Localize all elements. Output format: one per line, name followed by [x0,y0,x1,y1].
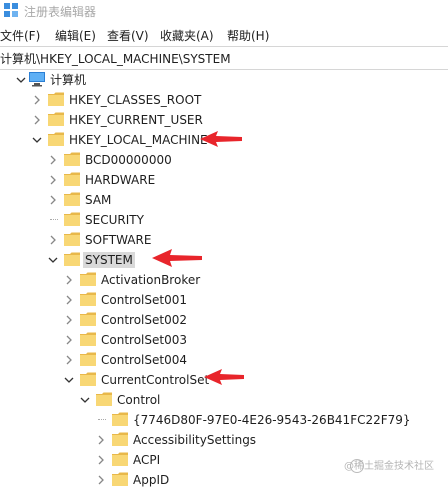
tree-connector [98,419,106,420]
tree-node-label: SAM [85,193,112,207]
annotation-arrow-hklm [200,131,242,147]
folder-icon [112,452,128,466]
folder-icon [96,392,112,406]
tree-node-label: HARDWARE [85,173,156,187]
window-title: 注册表编辑器 [24,5,97,19]
chevron-right-icon[interactable] [64,355,74,365]
tree-node[interactable]: ControlSet003 [0,330,448,350]
tree-node-label: 计算机 [50,73,87,87]
tree-node[interactable]: BCD00000000 [0,150,448,170]
address-bar[interactable]: 计算机\HKEY_LOCAL_MACHINE\SYSTEM [0,46,448,70]
menu-favorites[interactable]: 收藏夹(A) [160,27,214,44]
annotation-arrow-currentcontrolset [204,369,244,385]
tree-node-label: ControlSet004 [101,353,187,367]
chevron-down-icon[interactable] [16,75,26,85]
folder-icon [80,352,96,366]
tree-node[interactable]: SAM [0,190,448,210]
tree-node-label: HKEY_LOCAL_MACHINE [69,133,208,147]
folder-icon [64,212,80,226]
tree-node[interactable]: SYSTEM [0,250,448,270]
chevron-right-icon[interactable] [64,335,74,345]
tree-node[interactable]: HKEY_CURRENT_USER [0,110,448,130]
tree-node-label: AppID [133,473,170,487]
folder-icon [80,372,96,386]
folder-icon [64,172,80,186]
chevron-right-icon[interactable] [64,315,74,325]
menu-view[interactable]: 查看(V) [107,27,149,44]
chevron-down-icon[interactable] [80,395,90,405]
menu-bar: 文件(F) 编辑(E) 查看(V) 收藏夹(A) 帮助(H) [0,24,448,44]
tree-node-label: Control [117,393,161,407]
tree-node[interactable]: ControlSet002 [0,310,448,330]
folder-icon [80,312,96,326]
chevron-right-icon[interactable] [64,275,74,285]
chevron-right-icon[interactable] [48,155,58,165]
chevron-right-icon[interactable] [48,235,58,245]
chevron-right-icon[interactable] [48,175,58,185]
computer-icon [29,72,45,87]
tree-node-label: AccessibilitySettings [133,433,257,447]
tree-node-label: ControlSet001 [101,293,187,307]
tree-node-label: {7746D80F-97E0-4E26-9543-26B41FC22F79} [133,413,411,427]
tree-node-label: ControlSet002 [101,313,187,327]
folder-icon [48,92,64,106]
tree-connector [50,219,58,220]
folder-icon [64,152,80,166]
tree-node-label: BCD00000000 [85,153,172,167]
chevron-right-icon[interactable] [96,435,106,445]
chevron-right-icon[interactable] [32,95,42,105]
chevron-right-icon[interactable] [96,455,106,465]
tree-node[interactable]: 计算机 [0,70,448,90]
tree-node[interactable]: HARDWARE [0,170,448,190]
tree-node[interactable]: Control [0,390,448,410]
folder-icon [64,252,80,266]
title-bar: 注册表编辑器 [0,0,448,22]
chevron-down-icon[interactable] [48,255,58,265]
folder-icon [80,332,96,346]
chevron-right-icon[interactable] [64,295,74,305]
chevron-down-icon[interactable] [64,375,74,385]
annotation-arrow-system [152,249,202,267]
registry-editor-app-icon [4,3,18,17]
tree-node-label: ActivationBroker [101,273,201,287]
chevron-down-icon[interactable] [32,135,42,145]
tree-node-label: SYSTEM [83,252,135,268]
folder-icon [80,272,96,286]
menu-file[interactable]: 文件(F) [0,27,40,44]
tree-node[interactable]: AccessibilitySettings [0,430,448,450]
tree-node[interactable]: ActivationBroker [0,270,448,290]
tree-node-label: HKEY_CLASSES_ROOT [69,93,202,107]
tree-node[interactable]: ControlSet001 [0,290,448,310]
folder-icon [48,112,64,126]
tree-node-label: HKEY_CURRENT_USER [69,113,203,127]
tree-node[interactable]: HKEY_CLASSES_ROOT [0,90,448,110]
folder-icon [64,232,80,246]
tree-node-label: CurrentControlSet [101,373,210,387]
tree-node-label: ControlSet003 [101,333,187,347]
address-path[interactable]: 计算机\HKEY_LOCAL_MACHINE\SYSTEM [0,50,231,67]
folder-icon [48,132,64,146]
tree-node-label: SOFTWARE [85,233,152,247]
folder-icon [112,432,128,446]
tree-node-label: SECURITY [85,213,144,227]
chevron-right-icon[interactable] [32,115,42,125]
folder-icon [112,412,128,426]
tree-node[interactable]: AppID [0,470,448,490]
tree-node[interactable]: SOFTWARE [0,230,448,250]
tree-node-label: ACPI [133,453,161,467]
chevron-right-icon[interactable] [48,195,58,205]
menu-help[interactable]: 帮助(H) [227,27,269,44]
folder-icon [80,292,96,306]
watermark: @稀土掘金技术社区 [344,461,434,472]
menu-edit[interactable]: 编辑(E) [55,27,96,44]
tree-node[interactable]: {7746D80F-97E0-4E26-9543-26B41FC22F79} [0,410,448,430]
folder-icon [64,192,80,206]
tree-node[interactable]: SECURITY [0,210,448,230]
